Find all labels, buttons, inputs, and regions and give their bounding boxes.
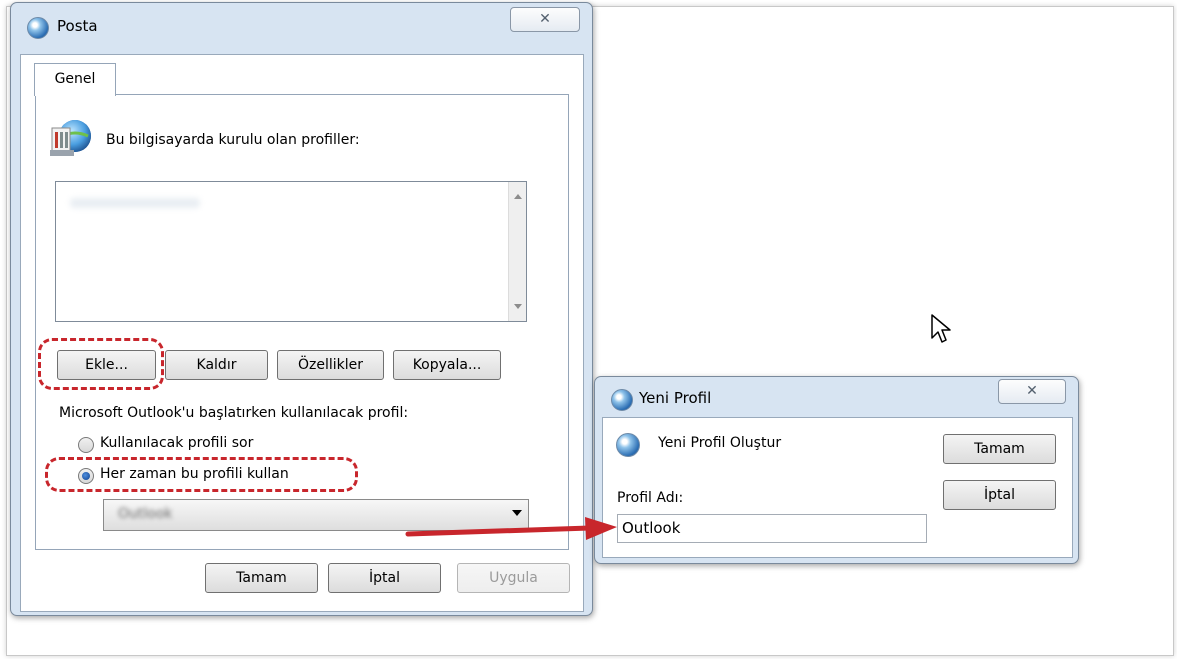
new-profile-ok-button[interactable]: Tamam: [943, 434, 1056, 464]
profiles-listbox[interactable]: [55, 181, 527, 322]
posta-title: Posta: [57, 17, 98, 35]
highlight-always-option: [45, 457, 358, 492]
new-profile-icon: [616, 433, 640, 457]
mail-app-icon: [27, 17, 49, 39]
mouse-cursor-icon: [931, 314, 951, 343]
profile-name-field[interactable]: Outlook: [617, 514, 927, 543]
profile-list-item[interactable]: [70, 198, 200, 208]
close-icon[interactable]: ✕: [510, 7, 580, 32]
radio-prompt-label[interactable]: Kullanılacak profili sor: [100, 435, 253, 451]
new-profile-client-area: Yeni Profil Oluştur Tamam İptal Profil A…: [602, 417, 1073, 558]
ok-button[interactable]: Tamam: [205, 563, 318, 593]
profile-name-label: Profil Adı:: [617, 490, 684, 506]
scroll-down-icon[interactable]: [514, 304, 522, 309]
cancel-button[interactable]: İptal: [328, 563, 441, 593]
properties-button[interactable]: Özellikler: [277, 350, 384, 380]
mail-app-icon: [611, 389, 633, 411]
remove-button[interactable]: Kaldır: [165, 350, 268, 380]
radio-prompt-profile[interactable]: [78, 437, 94, 453]
startup-profile-label: Microsoft Outlook'u başlatırken kullanıl…: [59, 405, 409, 421]
copy-button[interactable]: Kopyala...: [393, 350, 501, 380]
apply-button[interactable]: Uygula: [457, 563, 570, 593]
new-profile-titlebar[interactable]: Yeni Profil ✕: [595, 377, 1078, 413]
profiles-scrollbar[interactable]: [508, 182, 526, 321]
profiles-icon: [50, 120, 91, 156]
new-profile-cancel-button[interactable]: İptal: [943, 480, 1056, 510]
profiles-heading: Bu bilgisayarda kurulu olan profiller:: [106, 132, 360, 148]
highlight-add-button: [38, 338, 164, 390]
new-profile-title: Yeni Profil: [639, 389, 712, 407]
new-profile-heading: Yeni Profil Oluştur: [658, 435, 782, 451]
posta-titlebar[interactable]: Posta ✕: [11, 3, 592, 39]
tab-genel[interactable]: Genel: [34, 63, 116, 96]
annotation-arrow-icon: [405, 517, 617, 540]
profile-combo-value: Outlook: [118, 506, 173, 522]
new-profile-dialog: Yeni Profil ✕ Yeni Profil Oluştur Tamam …: [594, 376, 1079, 564]
scroll-up-icon[interactable]: [514, 194, 522, 199]
close-icon[interactable]: ✕: [998, 379, 1066, 404]
